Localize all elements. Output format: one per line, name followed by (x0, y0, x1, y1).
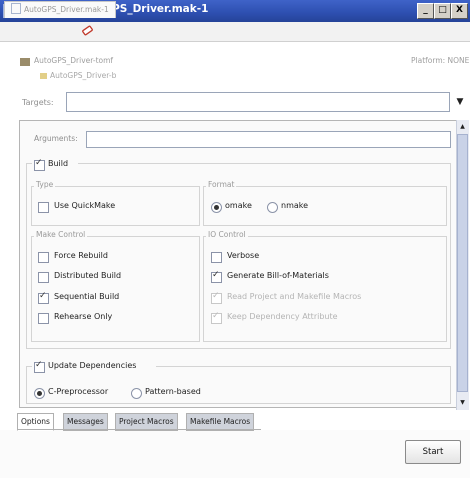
scroll-up-icon[interactable]: ▲ (457, 121, 468, 133)
project-name: AutoGPS_Driver-tomf (34, 56, 114, 65)
sequential-build-label: Sequential Build (54, 292, 120, 301)
generate-bom-checkbox[interactable] (211, 270, 222, 283)
pattern-based-radio[interactable] (131, 388, 142, 399)
minimize-button[interactable]: _ (417, 3, 434, 19)
close-button[interactable]: X (451, 3, 468, 19)
keep-dependency-checkbox (211, 311, 222, 324)
bottom-bar (0, 430, 470, 478)
distributed-build-checkbox[interactable] (38, 272, 49, 283)
project-sub-name: AutoGPS_Driver-b (50, 71, 117, 80)
omake-radio[interactable] (211, 202, 222, 213)
rehearse-only-label: Rehearse Only (54, 312, 113, 321)
update-dependencies-checkbox[interactable] (34, 360, 45, 373)
use-quickmake-checkbox[interactable] (38, 202, 49, 213)
distributed-build-label: Distributed Build (54, 271, 122, 280)
sequential-build-checkbox[interactable] (38, 291, 49, 304)
targets-combo[interactable] (66, 92, 450, 112)
targets-label: Targets: (22, 98, 54, 107)
force-rebuild-label: Force Rebuild (54, 251, 108, 260)
chevron-down-icon[interactable]: ▼ (452, 92, 468, 112)
arguments-label: Arguments: (34, 134, 78, 143)
use-quickmake-label: Use QuickMake (54, 201, 116, 210)
pattern-based-label: Pattern-based (145, 387, 201, 396)
file-icon (11, 3, 21, 14)
verbose-checkbox[interactable] (211, 252, 222, 263)
arguments-input[interactable] (86, 131, 451, 148)
force-rebuild-checkbox[interactable] (38, 252, 49, 263)
nmake-label: nmake (281, 201, 309, 210)
nmake-radio[interactable] (267, 202, 278, 213)
file-tab[interactable]: AutoGPS_Driver.mak-1 (4, 1, 116, 18)
format-title: Format (206, 180, 237, 189)
project-icon (20, 58, 30, 66)
c-preprocessor-label: C-Preprocessor (48, 387, 109, 396)
update-dependencies-label: Update Dependencies (48, 361, 137, 370)
build-checkbox[interactable] (34, 158, 45, 171)
io-control-title: IO Control (206, 230, 248, 239)
file-tab-strip (0, 22, 470, 42)
scrollbar-thumb[interactable] (457, 134, 468, 392)
read-macros-label: Read Project and Makefile Macros (227, 292, 362, 301)
file-tab-label: AutoGPS_Driver.mak-1 (24, 5, 109, 14)
read-macros-checkbox (211, 291, 222, 304)
generate-bom-label: Generate Bill-of-Materials (227, 271, 329, 280)
maximize-button[interactable]: □ (434, 3, 451, 19)
update-dependencies-group (26, 366, 451, 404)
keep-dependency-label: Keep Dependency Attribute (227, 312, 338, 321)
omake-label: omake (225, 201, 252, 210)
platform-label: Platform: NONE (411, 56, 470, 65)
type-title: Type (34, 180, 56, 189)
folder-icon (40, 73, 47, 79)
start-button[interactable]: Start (405, 440, 461, 464)
rehearse-only-checkbox[interactable] (38, 313, 49, 324)
tab-divider (17, 429, 261, 430)
make-control-title: Make Control (34, 230, 88, 239)
verbose-label: Verbose (227, 251, 260, 260)
scroll-down-icon[interactable]: ▼ (457, 397, 468, 409)
c-preprocessor-radio[interactable] (34, 388, 45, 399)
build-label: Build (48, 159, 69, 168)
eraser-icon[interactable] (82, 25, 93, 36)
